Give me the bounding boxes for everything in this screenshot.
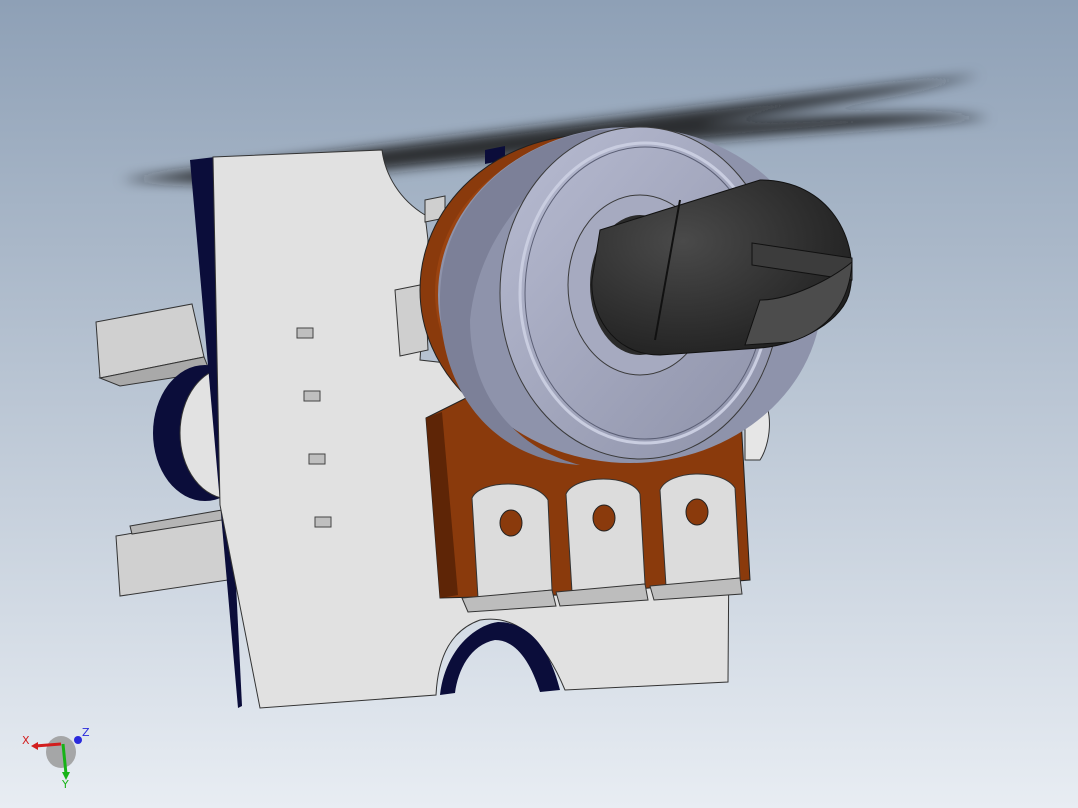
z-axis-label: Z bbox=[82, 726, 90, 739]
plate-slot bbox=[303, 390, 321, 402]
plate-slot bbox=[296, 327, 314, 339]
view-orientation-triad[interactable]: X Y Z bbox=[18, 722, 98, 792]
x-axis-label: X bbox=[22, 734, 30, 747]
x-axis-arrow bbox=[34, 742, 62, 748]
graphics-viewport[interactable]: X Y Z bbox=[0, 0, 1078, 808]
y-axis-label: Y bbox=[62, 778, 69, 791]
potentiometer-3d-model[interactable] bbox=[0, 0, 1078, 808]
z-axis-marker bbox=[74, 736, 82, 744]
plate-slot bbox=[308, 453, 326, 465]
plate-slot bbox=[314, 516, 332, 528]
